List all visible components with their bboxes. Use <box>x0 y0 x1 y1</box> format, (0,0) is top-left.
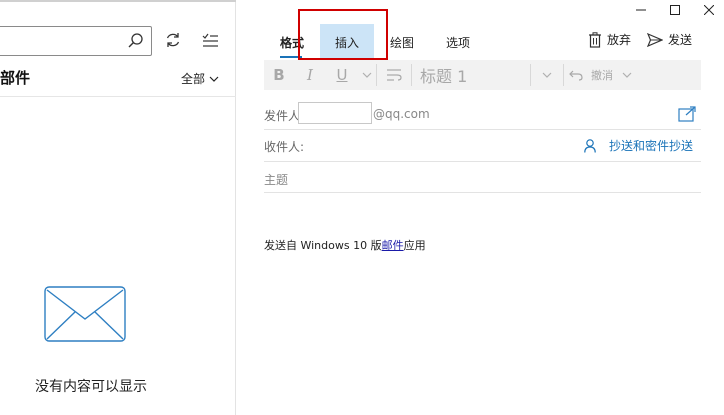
selection-mode-button[interactable] <box>198 28 222 52</box>
filter-label: 全部 <box>180 72 205 86</box>
italic-label: I <box>307 66 313 84</box>
trash-icon <box>589 31 601 48</box>
signature-prefix: 发送自 Windows 10 版 <box>264 239 382 252</box>
close-icon <box>704 5 714 15</box>
send-label: 发送 <box>668 33 693 47</box>
send-icon <box>647 32 663 47</box>
undo-icon <box>569 70 583 81</box>
mail-app-window: 部件 全部 没有内容可以显示 格式 插入 绘图 选项 放弃 发送 B I U 标… <box>0 0 724 415</box>
heading-style-dropdown[interactable] <box>531 60 563 90</box>
person-icon <box>584 138 596 153</box>
chevron-down-icon <box>362 72 372 78</box>
envelope-icon <box>44 286 126 342</box>
discard-button[interactable]: 放弃 <box>588 31 631 48</box>
subject-input[interactable]: 主题 <box>264 171 701 188</box>
highlight-annotation <box>298 9 388 60</box>
subject-placeholder: 主题 <box>264 173 289 187</box>
bold-button[interactable]: B <box>264 60 294 90</box>
sync-button[interactable] <box>161 28 185 52</box>
heading-style-select[interactable]: 标题 1 <box>412 60 530 90</box>
search-icon[interactable] <box>127 32 145 50</box>
top-border <box>0 0 236 2</box>
signature-suffix: 应用 <box>403 239 426 252</box>
select-list-icon <box>202 33 218 47</box>
folder-title: 部件 <box>0 69 31 87</box>
paragraph-icon <box>387 69 402 81</box>
search-input[interactable] <box>0 26 152 56</box>
undo-dropdown[interactable] <box>618 60 636 90</box>
undo-label: 撤消 <box>591 69 613 82</box>
maximize-button[interactable] <box>660 0 690 20</box>
from-account-input[interactable] <box>298 102 372 124</box>
undo-button[interactable]: 撤消 <box>564 60 618 90</box>
minimize-button[interactable] <box>626 0 656 20</box>
paragraph-format-button[interactable] <box>377 60 411 90</box>
refresh-icon <box>166 33 180 47</box>
tab-draw-label: 绘图 <box>389 35 414 50</box>
from-label: 发件人 <box>264 109 301 123</box>
bold-label: B <box>273 66 285 84</box>
maximize-icon <box>670 5 680 15</box>
message-list-pane: 部件 全部 没有内容可以显示 <box>0 0 236 415</box>
from-domain: @qq.com <box>373 107 430 121</box>
format-toolbar: B I U 标题 1 撤消 <box>264 60 701 90</box>
field-divider <box>264 161 701 162</box>
to-label: 收件人: <box>264 140 305 154</box>
chevron-down-icon <box>542 72 552 78</box>
discard-label: 放弃 <box>607 33 632 47</box>
tab-options[interactable]: 选项 <box>430 24 486 60</box>
chevron-down-icon <box>622 72 632 78</box>
message-body[interactable]: 发送自 Windows 10 版邮件应用 <box>264 237 426 253</box>
pop-out-icon <box>678 106 696 122</box>
italic-button[interactable]: I <box>294 60 326 90</box>
cc-bcc-label: 抄送和密件抄送 <box>609 139 694 153</box>
heading-style-value: 标题 1 <box>420 67 468 86</box>
minimize-icon <box>636 9 646 11</box>
underline-button[interactable]: U <box>326 60 358 90</box>
cc-bcc-button[interactable]: 抄送和密件抄送 <box>584 137 693 154</box>
tab-options-label: 选项 <box>445 35 470 50</box>
field-divider <box>264 129 701 130</box>
signature-link[interactable]: 邮件 <box>382 239 404 252</box>
text-style-dropdown[interactable] <box>358 60 376 90</box>
send-button[interactable]: 发送 <box>647 31 692 48</box>
underline-label: U <box>336 66 348 84</box>
chevron-down-icon <box>209 76 219 82</box>
divider <box>0 96 236 97</box>
pop-out-button[interactable] <box>675 102 699 126</box>
empty-state-message: 没有内容可以显示 <box>35 379 147 395</box>
field-divider <box>264 192 701 193</box>
close-button[interactable] <box>694 0 724 20</box>
filter-dropdown[interactable]: 全部 <box>181 70 219 87</box>
